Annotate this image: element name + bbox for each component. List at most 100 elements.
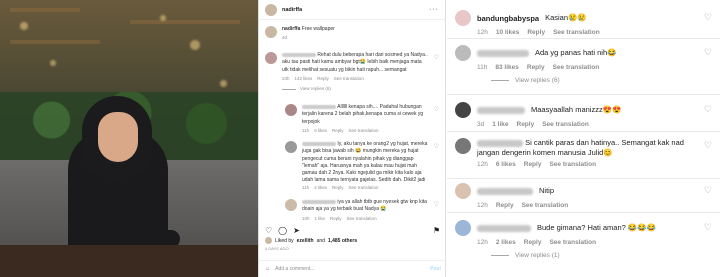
comment-time: 12h (477, 202, 488, 209)
see-translation-link[interactable]: See translation (334, 76, 364, 83)
comment-time: 11h (302, 127, 310, 133)
post-comment: Rehat dulu beberapa hari dari sosmed ya … (265, 52, 439, 93)
post-username[interactable]: nadirffa (282, 7, 302, 13)
comment-likes[interactable]: 142 likes (295, 76, 313, 83)
comment-likes[interactable]: 83 likes (495, 64, 519, 71)
comment-likes[interactable]: 2 likes (496, 239, 516, 246)
comment-time: 12h (477, 239, 488, 246)
likes-others[interactable]: 1,485 others (328, 238, 357, 244)
heart-icon[interactable]: ♡ (704, 12, 712, 23)
post-header: nadirffa ··· (259, 0, 445, 20)
heart-icon[interactable]: ♡ (704, 140, 712, 151)
see-translation-link[interactable]: See translation (553, 29, 600, 36)
avatar (265, 237, 272, 244)
comment-likes[interactable]: 6 likes (314, 128, 327, 135)
bookmark-icon[interactable]: ⚑ (433, 226, 440, 235)
avatar[interactable] (285, 141, 297, 153)
avatar[interactable] (265, 3, 277, 16)
likes-and: and (316, 237, 325, 244)
view-replies-button[interactable]: View replies (1) (491, 252, 712, 259)
likes-summary[interactable]: Liked by ezellith and 1,485 others (265, 237, 357, 244)
caption-time: 4d (282, 35, 288, 41)
comment-likes[interactable]: 10 likes (496, 29, 520, 36)
reply-button[interactable]: Reply (527, 29, 545, 36)
comment-likes[interactable]: 4 likes (314, 185, 327, 192)
post-date: 4 DAYS AGO (265, 246, 289, 251)
avatar[interactable] (455, 220, 471, 236)
avatar[interactable] (285, 104, 297, 116)
see-translation-link[interactable]: See translation (542, 121, 589, 128)
comment-time: 10h (302, 215, 310, 221)
reply-button[interactable]: Reply (496, 202, 514, 209)
avatar[interactable] (455, 183, 471, 199)
comment-text: Maasyaallah manizzz😍😍 (531, 105, 622, 115)
avatar[interactable] (455, 138, 471, 154)
see-translation-link[interactable]: See translation (549, 239, 596, 246)
username-blurred (302, 199, 336, 204)
username-blurred (477, 139, 523, 147)
caption: nadirffa Free wallpaper 4d (265, 26, 439, 42)
reply-button[interactable]: Reply (517, 121, 535, 128)
see-translation-link[interactable]: See translation (348, 185, 378, 192)
see-translation-link[interactable]: See translation (348, 128, 378, 135)
comment-text: Kasian😢😢 (545, 13, 587, 23)
share-icon[interactable]: ➤ (293, 226, 300, 235)
heart-icon[interactable]: ♡ (265, 226, 272, 235)
heart-icon[interactable]: ♡ (704, 47, 712, 58)
see-translation-link[interactable]: See translation (347, 216, 377, 223)
heart-icon[interactable]: ♡ (434, 143, 439, 152)
reply-button[interactable]: Reply (524, 161, 542, 168)
reply-button[interactable]: Reply (317, 76, 329, 83)
comment-item: Maasyaallah manizzz😍😍 3d 1 like Reply Se… (455, 102, 712, 128)
comment-likes[interactable]: 1 like (492, 121, 508, 128)
comment-text: Nitip (539, 186, 555, 196)
more-horizontal-icon[interactable]: ··· (429, 6, 439, 13)
avatar[interactable] (265, 26, 277, 38)
see-translation-link[interactable]: See translation (549, 161, 596, 168)
heart-icon[interactable]: ♡ (434, 106, 439, 115)
comment-item: bandungbabyspa Kasian😢😢 12h 10 likes Rep… (455, 10, 712, 36)
likes-user[interactable]: ezellith (297, 238, 314, 244)
see-translation-link[interactable]: See translation (522, 202, 569, 209)
heart-icon[interactable]: ♡ (704, 222, 712, 233)
reply-button[interactable]: Reply (332, 185, 344, 192)
smile-icon[interactable]: ☺ (265, 266, 270, 272)
avatar[interactable] (265, 52, 277, 64)
comment-time: 3d (477, 121, 485, 128)
comment-item: Ada yg panas hati nih😂 11h 83 likes Repl… (455, 45, 712, 84)
caption-username[interactable]: nadirffa (282, 26, 300, 32)
avatar[interactable] (285, 199, 297, 211)
username-blurred (302, 104, 336, 109)
avatar[interactable] (455, 102, 471, 118)
comment-text: Ada yg panas hati nih😂 (535, 48, 617, 58)
avatar[interactable] (455, 45, 471, 61)
view-replies-button[interactable]: View replies (6) (491, 77, 712, 84)
comment-likes[interactable]: 6 likes (496, 161, 516, 168)
heart-icon[interactable]: ♡ (704, 185, 712, 196)
comment-time: 12h (477, 160, 488, 168)
username-blurred (477, 49, 529, 57)
reply-button[interactable]: Reply (330, 216, 342, 223)
heart-icon[interactable]: ♡ (704, 104, 712, 115)
reply-button[interactable]: Reply (524, 239, 542, 246)
avatar[interactable] (455, 10, 471, 26)
comment-likes[interactable]: 1 like (315, 216, 326, 223)
see-translation-link[interactable]: See translation (553, 64, 600, 71)
heart-icon[interactable]: ♡ (434, 201, 439, 210)
comment-icon[interactable]: ◯ (278, 226, 287, 235)
comment-time: 11h (302, 185, 310, 190)
reply-button[interactable]: Reply (332, 128, 344, 135)
comment-item: Bude gimana? Hati aman? 😂😂😂 12h 2 likes … (455, 220, 712, 259)
post-comment: Allllll kenapa sih.... Padahal hubungan … (285, 104, 439, 134)
post-comment: Iy, aku tanya ke orang2 yg hujat, mereka… (285, 141, 439, 197)
heart-icon[interactable]: ♡ (434, 54, 439, 63)
view-replies-button[interactable]: View replies (6) (282, 86, 439, 93)
post-photo (0, 0, 258, 277)
post-panel: nadirffa ··· nadirffa Free wallpaper 4d … (258, 0, 447, 277)
post-button[interactable]: Post (430, 266, 441, 272)
add-comment-input[interactable]: Add a comment... (275, 266, 314, 272)
reply-button[interactable]: Reply (527, 64, 545, 71)
username-blurred (302, 141, 336, 146)
comment-username[interactable]: bandungbabyspa (477, 14, 539, 23)
post-actions: ♡ ◯ ➤ ⚑ (265, 226, 440, 235)
